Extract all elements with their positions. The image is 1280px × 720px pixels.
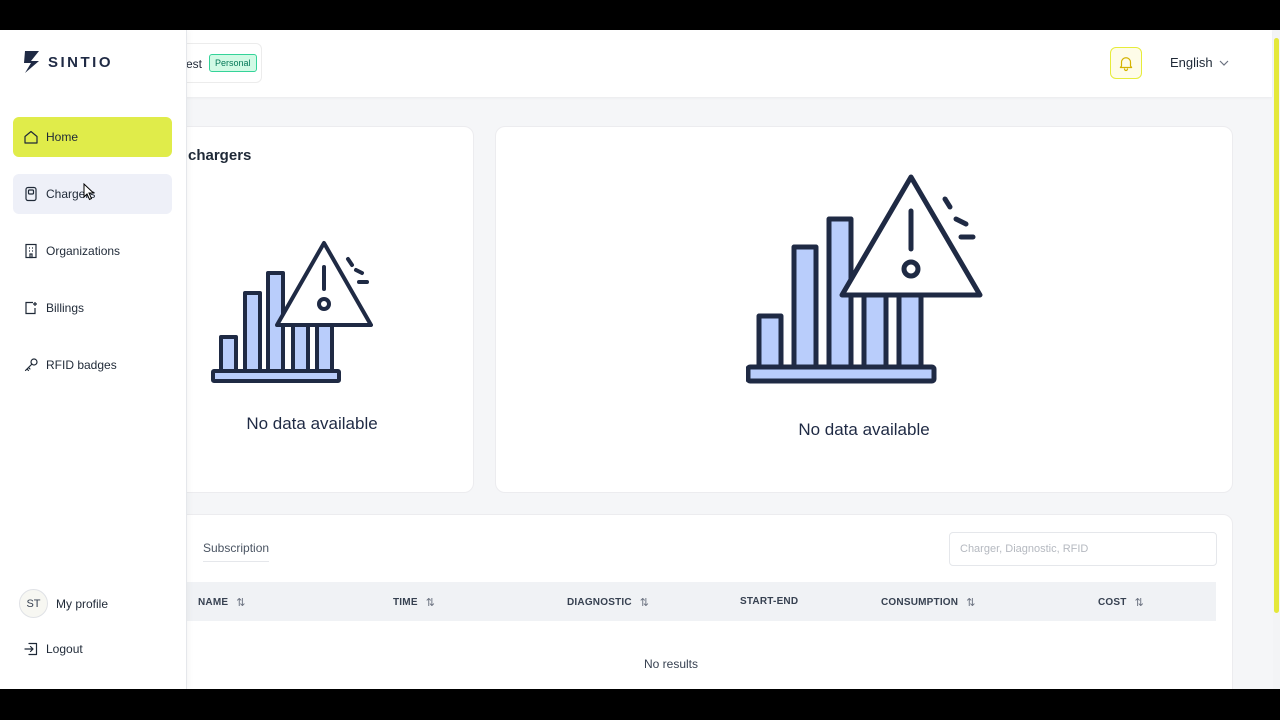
consumption-chart-card: No data available (495, 126, 1233, 493)
no-data-illustration (211, 241, 373, 383)
sort-icon[interactable]: ⇅ (426, 596, 435, 609)
sidebar-item-label: RFID badges (46, 358, 117, 372)
brand-name: SINTIO (48, 53, 114, 71)
building-icon (23, 243, 39, 259)
column-header-diagnostic[interactable]: DIAGNOSTIC ⇅ (567, 596, 649, 609)
sintio-logo-icon (24, 51, 39, 73)
no-data-text: No data available (246, 414, 378, 433)
no-data-illustration (746, 174, 983, 384)
language-selector[interactable]: English (1170, 55, 1229, 70)
billing-icon (23, 300, 39, 316)
sidebar-item-label: Organizations (46, 244, 121, 258)
sidebar-item-rfid-badges[interactable]: RFID badges (13, 345, 172, 385)
profile-label: My profile (56, 596, 109, 611)
mouse-cursor-icon (83, 183, 95, 201)
empty-state-text: No results (643, 657, 699, 671)
home-icon (23, 129, 39, 145)
card-title: chargers (188, 147, 252, 164)
sessions-table-card: Subscription NAME ⇅ TIME ⇅ DIAGNOSTIC ⇅ … (150, 514, 1233, 689)
brand-logo[interactable]: SINTIO (22, 49, 113, 75)
sidebar-item-billings[interactable]: Billings (13, 288, 172, 328)
sidebar-item-organizations[interactable]: Organizations (13, 231, 172, 271)
column-header-time[interactable]: TIME ⇅ (393, 596, 435, 609)
chevron-down-icon (1219, 60, 1229, 66)
logout-button[interactable]: Logout (23, 641, 83, 657)
column-header-cost[interactable]: COST ⇅ (1098, 596, 1144, 609)
page-scrollbar-thumb[interactable] (1274, 38, 1279, 613)
charger-icon (23, 186, 39, 202)
no-data-text: No data available (798, 420, 930, 439)
app-viewport: est Personal English chargers No data av… (0, 30, 1280, 689)
organization-name[interactable]: est (186, 57, 202, 71)
column-header-start-end: START-END (740, 596, 799, 607)
organization-type-badge: Personal (209, 54, 257, 72)
profile-link[interactable]: ST My profile (19, 589, 108, 618)
sort-icon[interactable]: ⇅ (640, 596, 649, 609)
sidebar-item-home[interactable]: Home (13, 117, 172, 157)
bell-icon (1119, 57, 1133, 72)
avatar: ST (19, 589, 48, 618)
logout-icon (24, 642, 38, 656)
column-header-name[interactable]: NAME ⇅ (198, 596, 246, 609)
search-input[interactable] (949, 532, 1217, 566)
sidebar-item-label: Home (46, 130, 79, 144)
sidebar-item-label: Billings (46, 301, 85, 315)
tab-subscription[interactable]: Subscription (203, 541, 270, 562)
table-header-row: NAME ⇅ TIME ⇅ DIAGNOSTIC ⇅ START-END CON… (171, 582, 1216, 621)
sort-icon[interactable]: ⇅ (1135, 596, 1144, 609)
sort-icon[interactable]: ⇅ (236, 596, 245, 609)
top-header: est Personal English (0, 30, 1272, 97)
language-label: English (1170, 55, 1213, 70)
chargers-status-card: chargers No data available (150, 126, 474, 493)
key-icon (23, 357, 39, 373)
sort-icon[interactable]: ⇅ (966, 596, 975, 609)
logout-label: Logout (46, 642, 83, 656)
column-header-consumption[interactable]: CONSUMPTION ⇅ (881, 596, 976, 609)
sidebar: SINTIO Home Chargers Organizations Billi (0, 30, 187, 689)
notifications-button[interactable] (1110, 47, 1142, 79)
